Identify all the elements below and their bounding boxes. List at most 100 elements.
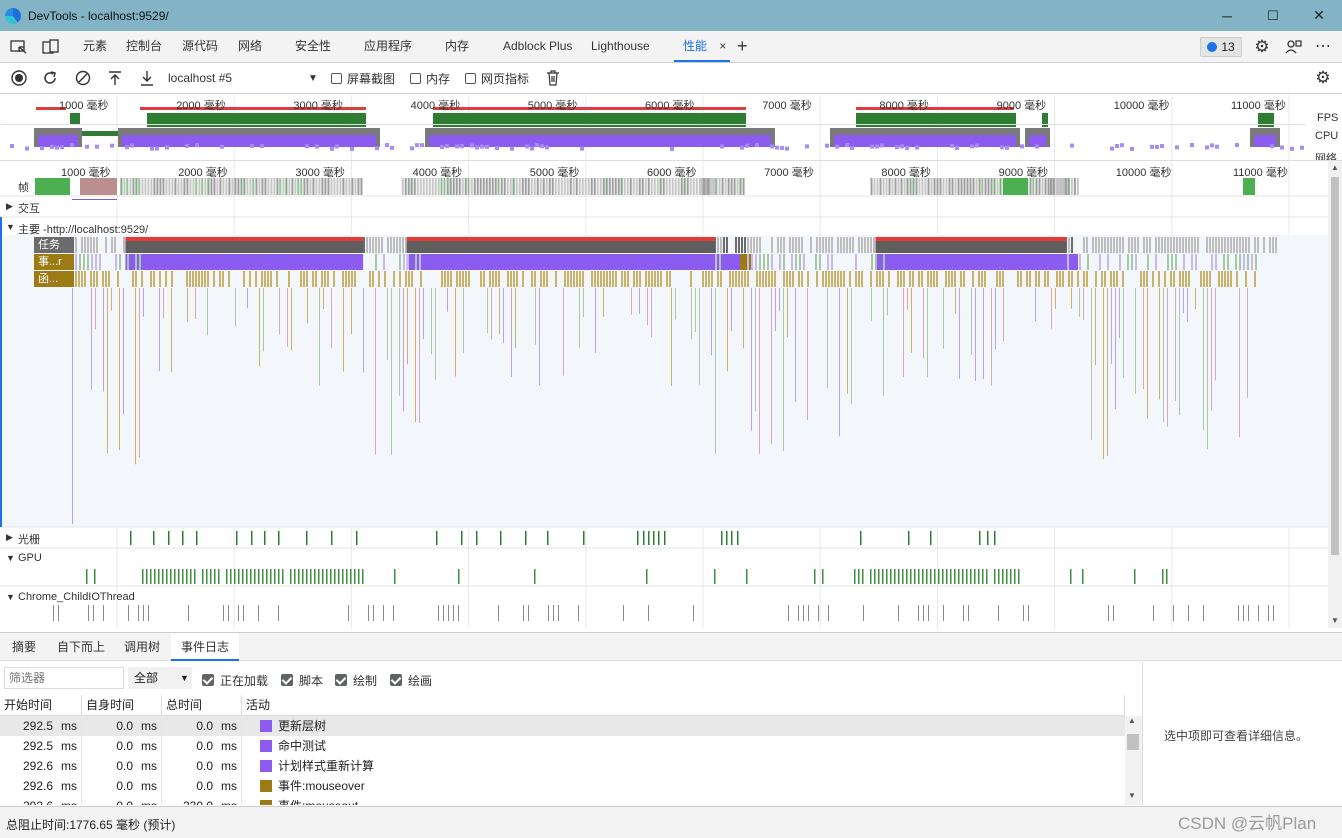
- table-scrollbar[interactable]: ▲ ▼: [1125, 716, 1142, 805]
- tab-network[interactable]: 网络: [238, 31, 262, 62]
- table-row[interactable]: 292.6 ms 0.0 ms 0.0 ms 计划样式重新计算: [0, 756, 1125, 776]
- flame-chart[interactable]: 1000 毫秒 2000 毫秒 3000 毫秒 4000 毫秒 5000 毫秒 6000 …: [0, 161, 1328, 628]
- task-bar: [1134, 237, 1136, 253]
- tab-performance[interactable]: 性能 ×: [674, 31, 730, 62]
- task-bar: [789, 237, 791, 253]
- customize-devtools-icon[interactable]: [1284, 31, 1304, 62]
- tab-security[interactable]: 安全性: [295, 31, 331, 62]
- raster-track[interactable]: 光栅: [18, 531, 40, 547]
- tab-call-tree[interactable]: 调用树: [124, 633, 160, 661]
- task-bar: [738, 237, 740, 253]
- garbage-collect-icon[interactable]: [545, 69, 561, 87]
- main-collapse-arrow[interactable]: ▼: [6, 222, 15, 232]
- main-thread-track[interactable]: 主要 -http://localhost:9529/: [18, 221, 148, 237]
- tab-close-icon[interactable]: ×: [719, 39, 726, 53]
- maximize-button[interactable]: ☐: [1250, 0, 1296, 31]
- settings-gear-icon[interactable]: ⚙: [1252, 31, 1272, 62]
- tab-adblock-plus[interactable]: Adblock Plus: [503, 31, 572, 62]
- start-time-cell-value: 292.6: [22, 779, 53, 793]
- table-row[interactable]: 292.5 ms 0.0 ms 0.0 ms 命中测试: [0, 736, 1125, 756]
- call-stack-line: [603, 288, 604, 317]
- long-task-bar: [125, 241, 364, 253]
- filter-input[interactable]: [4, 667, 124, 689]
- function-tick: [171, 271, 173, 287]
- more-options-icon[interactable]: ⋯: [1315, 31, 1331, 62]
- tab-bottom-up[interactable]: 自下而上: [57, 633, 105, 661]
- gpu-track[interactable]: GPU: [18, 552, 42, 564]
- flame-scrollbar[interactable]: ▲ ▼: [1328, 161, 1342, 628]
- recording-select[interactable]: localhost #5 ▼: [168, 69, 318, 87]
- frame-tick: [990, 178, 993, 195]
- tab-memory[interactable]: 内存: [445, 31, 469, 62]
- call-stack-line: [419, 288, 420, 423]
- function-tick: [321, 271, 323, 287]
- childio-tick: [448, 605, 449, 621]
- event-tick: [795, 254, 797, 270]
- loading-filter-checkbox[interactable]: 正在加载: [202, 671, 268, 689]
- function-chip[interactable]: 函...: [34, 271, 74, 287]
- scripting-filter-checkbox[interactable]: 脚本: [281, 671, 323, 689]
- minimize-button[interactable]: ─: [1204, 0, 1250, 31]
- event-tick: [1175, 254, 1177, 270]
- screenshots-checkbox[interactable]: 屏幕截图: [331, 69, 395, 87]
- frame-tick: [885, 178, 888, 195]
- gpu-tick: [330, 569, 332, 584]
- download-profile-icon[interactable]: [138, 69, 156, 87]
- tab-application[interactable]: 应用程序: [364, 31, 412, 62]
- frame-tick: [882, 178, 885, 195]
- capture-settings-gear-icon[interactable]: ⚙: [1314, 68, 1332, 87]
- upload-profile-icon[interactable]: [106, 69, 124, 87]
- col-activity[interactable]: 活动: [242, 695, 1125, 716]
- record-button[interactable]: [10, 69, 28, 87]
- function-tick: [762, 271, 764, 287]
- col-total-time[interactable]: 总时间: [162, 695, 242, 716]
- add-tab-icon[interactable]: +: [737, 31, 748, 62]
- function-tick: [513, 271, 515, 287]
- childio-track[interactable]: Chrome_ChildIOThread: [18, 591, 135, 603]
- close-window-button[interactable]: ✕: [1296, 0, 1342, 31]
- web-vitals-checkbox[interactable]: 网页指标: [465, 69, 529, 87]
- activity-name: 更新层树: [278, 719, 327, 733]
- event-chip[interactable]: 事...r: [34, 254, 74, 270]
- function-tick: [516, 271, 518, 287]
- col-self-time[interactable]: 自身时间: [82, 695, 162, 716]
- gpu-tick: [942, 569, 944, 584]
- task-chip[interactable]: 任务: [34, 237, 74, 253]
- table-row[interactable]: 292.5 ms 0.0 ms 0.0 ms 更新层树: [0, 716, 1125, 736]
- tab-event-log[interactable]: 事件日志: [171, 633, 240, 661]
- cpu-scripting-area: [834, 135, 1016, 147]
- scroll-down-icon[interactable]: ▼: [1128, 791, 1136, 800]
- device-toolbar-icon[interactable]: [40, 31, 62, 62]
- clear-button[interactable]: [74, 69, 92, 87]
- col-start-time[interactable]: 开始时间: [0, 695, 82, 716]
- inspect-element-icon[interactable]: [8, 31, 30, 62]
- table-row[interactable]: 292.6 ms 0.0 ms 230.0 ms 事件:mouseout: [0, 796, 1125, 805]
- gpu-collapse-arrow[interactable]: ▼: [6, 553, 15, 563]
- rendering-filter-checkbox[interactable]: 绘制: [335, 671, 377, 689]
- tab-sources[interactable]: 源代码: [182, 31, 218, 62]
- tab-console[interactable]: 控制台: [126, 31, 162, 62]
- childio-collapse-arrow[interactable]: ▼: [6, 592, 15, 602]
- memory-checkbox[interactable]: 内存: [410, 69, 450, 87]
- scrollbar-thumb[interactable]: [1331, 177, 1339, 555]
- raster-expand-arrow[interactable]: ▶: [6, 532, 13, 543]
- tab-lighthouse[interactable]: Lighthouse: [591, 31, 650, 62]
- function-tick: [720, 271, 722, 287]
- tab-summary[interactable]: 摘要: [12, 633, 36, 661]
- scroll-up-icon[interactable]: ▲: [1331, 163, 1339, 172]
- interactions-expand-arrow[interactable]: ▶: [6, 201, 13, 212]
- scroll-down-icon[interactable]: ▼: [1331, 616, 1339, 625]
- table-row[interactable]: 292.6 ms 0.0 ms 0.0 ms 事件:mouseover: [0, 776, 1125, 796]
- childio-tick: [243, 605, 244, 621]
- scrollbar-thumb[interactable]: [1127, 734, 1139, 750]
- frame-tick: [189, 178, 192, 195]
- painting-filter-checkbox[interactable]: 绘画: [390, 671, 432, 689]
- frame-tick: [288, 178, 291, 195]
- issues-badge[interactable]: 13: [1200, 37, 1242, 57]
- tab-elements[interactable]: 元素: [83, 31, 107, 62]
- scroll-up-icon[interactable]: ▲: [1128, 716, 1136, 725]
- timeline-overview[interactable]: FPS CPU 网络 1000 毫秒 2000 毫秒 3000 毫秒 4000 毫秒 5…: [0, 95, 1342, 161]
- interactions-track[interactable]: 交互: [18, 200, 40, 216]
- reload-record-button[interactable]: [41, 69, 59, 87]
- duration-filter-select[interactable]: 全部 ▼: [128, 667, 192, 689]
